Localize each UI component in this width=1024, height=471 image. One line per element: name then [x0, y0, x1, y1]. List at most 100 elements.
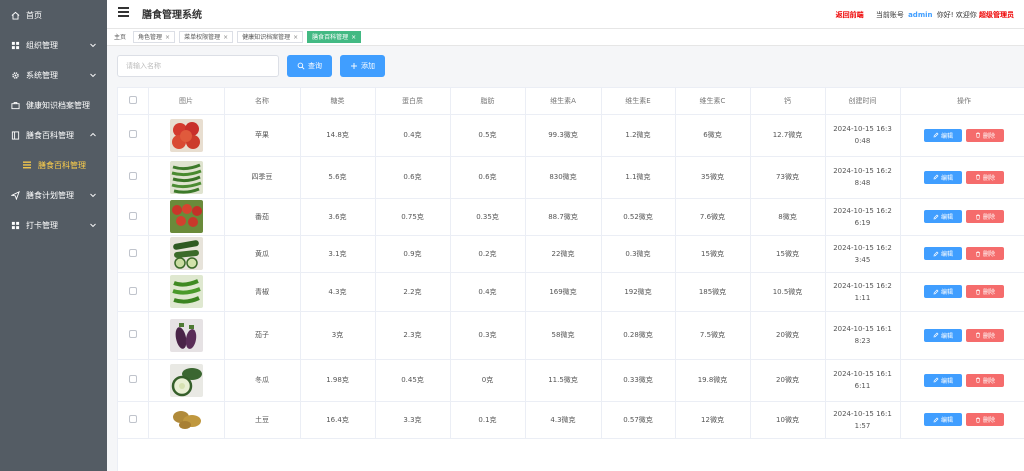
created-time-line2: 3:45: [854, 255, 871, 264]
delete-button[interactable]: 删除: [966, 247, 1005, 260]
tab-1[interactable]: 角色管理 ×: [133, 31, 176, 43]
sidebar: 首页 组织管理 系统管理 健康知识档案管理 膳食百科管理 膳食百科管理 膳食计划…: [0, 0, 107, 471]
vitamin-e-value: 1.2微克: [601, 114, 676, 157]
sidebar-subitem-diet-encyclopedia[interactable]: 膳食百科管理: [0, 150, 107, 180]
row-checkbox[interactable]: [118, 401, 149, 439]
food-thumbnail: [169, 237, 203, 270]
edit-button-label: 编辑: [940, 251, 953, 258]
calcium-value: 73微克: [750, 156, 826, 199]
row-checkbox[interactable]: [118, 114, 149, 157]
tab-0[interactable]: 主页: [111, 31, 130, 43]
fat-value: 0.5克: [450, 114, 526, 157]
created-time-line1: 2024-10-15 16:1: [833, 409, 892, 418]
briefcase-icon: [10, 100, 20, 110]
tab-label: 膳食百科管理: [312, 33, 349, 41]
add-button[interactable]: 添加: [340, 55, 385, 77]
vitamin-e-value: 192微克: [601, 272, 676, 312]
table-row: 苹果 14.8克 0.4克 0.5克 99.3微克 1.2微克 6微克 12.7微克 2024-…: [118, 114, 1024, 157]
close-icon[interactable]: ×: [351, 32, 356, 43]
protein-value: 3.3克: [375, 401, 451, 439]
role-badge: 超级管理员: [979, 11, 1014, 19]
edit-button[interactable]: 编辑: [923, 328, 962, 342]
edit-button[interactable]: 编辑: [923, 373, 962, 387]
delete-button-label: 删除: [983, 332, 996, 340]
sidebar-item-diet-encyclopedia[interactable]: 膳食百科管理: [0, 120, 107, 150]
created-time: 2024-10-15 16:2 8:48: [825, 156, 901, 199]
created-time-line1: 2024-10-15 16:2: [833, 206, 892, 215]
sidebar-item-label: 健康知识档案管理: [26, 100, 90, 110]
header-select-all[interactable]: [118, 88, 149, 115]
edit-button-label: 编辑: [940, 417, 953, 424]
image-cell: [148, 198, 225, 236]
sugar-value: 4.3克: [300, 272, 376, 312]
row-checkbox[interactable]: [118, 235, 149, 273]
edit-icon: [933, 174, 939, 180]
edit-button-label: 编辑: [940, 377, 953, 385]
delete-button[interactable]: 删除: [966, 328, 1005, 342]
sidebar-item-diet-plan[interactable]: 膳食计划管理: [0, 180, 107, 210]
protein-value: 0.75克: [375, 198, 451, 236]
edit-button[interactable]: 编辑: [923, 170, 962, 184]
delete-button[interactable]: 删除: [966, 413, 1005, 426]
delete-button[interactable]: 删除: [966, 128, 1005, 142]
tab-2[interactable]: 菜单权限管理 ×: [179, 31, 234, 43]
chevron-up-icon: [90, 132, 96, 137]
edit-button[interactable]: 编辑: [923, 128, 962, 142]
tab-4[interactable]: 膳食百科管理 ×: [307, 31, 362, 43]
close-icon[interactable]: ×: [223, 32, 228, 43]
close-icon[interactable]: ×: [293, 32, 298, 43]
delete-button[interactable]: 删除: [966, 210, 1005, 223]
delete-button[interactable]: 删除: [966, 373, 1005, 387]
sidebar-item-checkin[interactable]: 打卡管理: [0, 210, 107, 240]
created-time-line1: 2024-10-15 16:1: [833, 325, 892, 333]
edit-button[interactable]: 编辑: [923, 285, 962, 298]
edit-button[interactable]: 编辑: [923, 247, 962, 260]
row-checkbox[interactable]: [118, 156, 149, 199]
system-title: 膳食管理系统: [142, 10, 202, 21]
edit-button-label: 编辑: [940, 214, 953, 221]
food-name: 苹果: [224, 114, 301, 157]
food-name: 四季豆: [224, 156, 301, 199]
sidebar-item-health-knowledge[interactable]: 健康知识档案管理: [0, 90, 107, 120]
account-prefix: 当前账号: [875, 11, 904, 19]
edit-button[interactable]: 编辑: [923, 413, 962, 426]
username: admin: [908, 11, 933, 19]
search-input[interactable]: [117, 55, 279, 77]
edit-button-label: 编辑: [940, 332, 953, 340]
image-cell: [148, 272, 225, 312]
hamburger-icon[interactable]: [118, 7, 129, 18]
sidebar-item-system[interactable]: 系统管理: [0, 60, 107, 90]
search-icon: [297, 62, 305, 70]
created-time-line2: 6:19: [854, 218, 871, 227]
protein-value: 0.4克: [375, 114, 451, 157]
delete-button[interactable]: 删除: [966, 170, 1005, 184]
sidebar-item-org[interactable]: 组织管理: [0, 30, 107, 60]
edit-icon: [933, 214, 939, 219]
send-icon: [10, 190, 20, 200]
sugar-value: 3.1克: [300, 235, 376, 273]
tags-view: 主页 角色管理 × 菜单权限管理 × 健康知识档案管理 × 膳食百科管理 ×: [107, 28, 1024, 46]
row-checkbox[interactable]: [118, 311, 149, 360]
edit-icon: [933, 132, 939, 138]
close-icon[interactable]: ×: [165, 32, 170, 43]
sidebar-item-home[interactable]: 首页: [0, 0, 107, 30]
vitamin-e-value: 0.33微克: [601, 359, 676, 402]
back-to-frontend-link[interactable]: 返回前端: [836, 11, 864, 19]
protein-value: 0.6克: [375, 156, 451, 199]
search-button[interactable]: 查询: [287, 55, 332, 77]
image-cell: [148, 401, 225, 439]
delete-button[interactable]: 删除: [966, 285, 1005, 298]
trash-icon: [976, 251, 980, 257]
vitamin-a-value: 4.3微克: [525, 401, 602, 439]
actions-cell: 编辑 删除: [900, 311, 1024, 360]
vitamin-e-value: 1.1微克: [601, 156, 676, 199]
tab-3[interactable]: 健康知识档案管理 ×: [237, 31, 304, 43]
vitamin-c-value: 7.5微克: [675, 311, 751, 360]
edit-button[interactable]: 编辑: [923, 210, 962, 223]
row-checkbox[interactable]: [118, 272, 149, 312]
column-header-vitamin-c: 维生素C: [675, 88, 751, 115]
row-checkbox[interactable]: [118, 359, 149, 402]
trash-icon: [976, 289, 980, 295]
row-checkbox[interactable]: [118, 198, 149, 236]
trash-icon: [976, 174, 980, 180]
